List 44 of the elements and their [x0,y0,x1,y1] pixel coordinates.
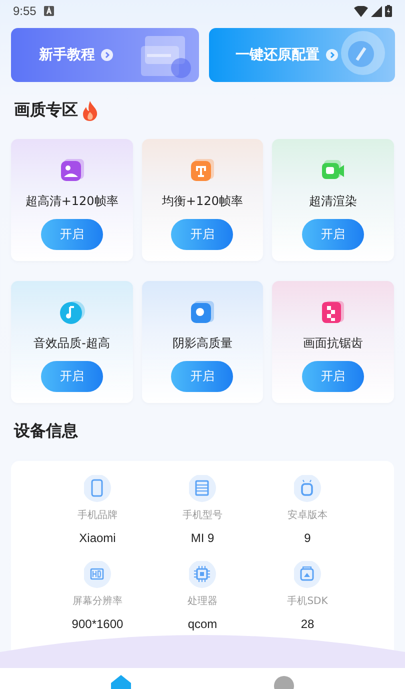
feature-label: 超高清+120帧率 [25,193,118,210]
arrow-circle-icon [326,49,338,61]
info-label: 手机SDK [287,594,328,608]
notification-icon [44,6,54,16]
flame-icon [82,100,98,120]
info-label: 手机品牌 [78,508,118,522]
banner-button[interactable]: 一键还原配置 [208,28,395,82]
home-icon[interactable] [110,675,132,689]
feature-label: 均衡+120帧率 [162,193,243,210]
profile-icon[interactable] [272,675,295,689]
section-title: 画质专区 [14,100,78,121]
feature-label: 阴影高质量 [172,335,232,352]
enable-button[interactable]: 开启 [40,361,103,392]
info-label: 安卓版本 [288,508,328,522]
enable-button[interactable]: 开启 [40,219,103,250]
info-value: Xiaomi [79,531,116,545]
info-label: 处理器 [188,594,218,608]
list-icon [188,475,216,503]
box-icon [294,561,322,589]
info-label: 手机型号 [182,508,222,522]
enable-button[interactable]: 开启 [302,361,364,392]
enable-button[interactable]: 开启 [171,219,234,250]
feature-label: 画面抗锯齿 [303,335,364,352]
info-label: 屏幕分辨率 [72,594,122,608]
battery-icon [385,5,392,17]
section-title: 设备信息 [14,421,78,442]
enable-button[interactable]: 开启 [302,219,364,250]
wifi-icon [354,6,368,16]
signal-icon [371,6,382,16]
enable-button[interactable]: 开启 [171,361,234,392]
hd-icon [84,561,112,589]
info-value: 900*1600 [72,617,124,631]
arrow-circle-icon [101,49,113,61]
phone-icon [84,475,112,503]
feature-label: 音效品质-超高 [34,335,110,352]
chip-icon [188,561,216,589]
info-value: qcom [188,617,218,631]
robot-icon [294,475,322,503]
info-value: MI 9 [190,531,214,545]
feature-label: 超清渲染 [309,193,358,210]
info-value: 9 [304,531,311,545]
status-time: 9:55 [13,4,36,18]
banner-button[interactable]: 新手教程 [11,28,198,82]
info-value: 28 [300,617,314,631]
